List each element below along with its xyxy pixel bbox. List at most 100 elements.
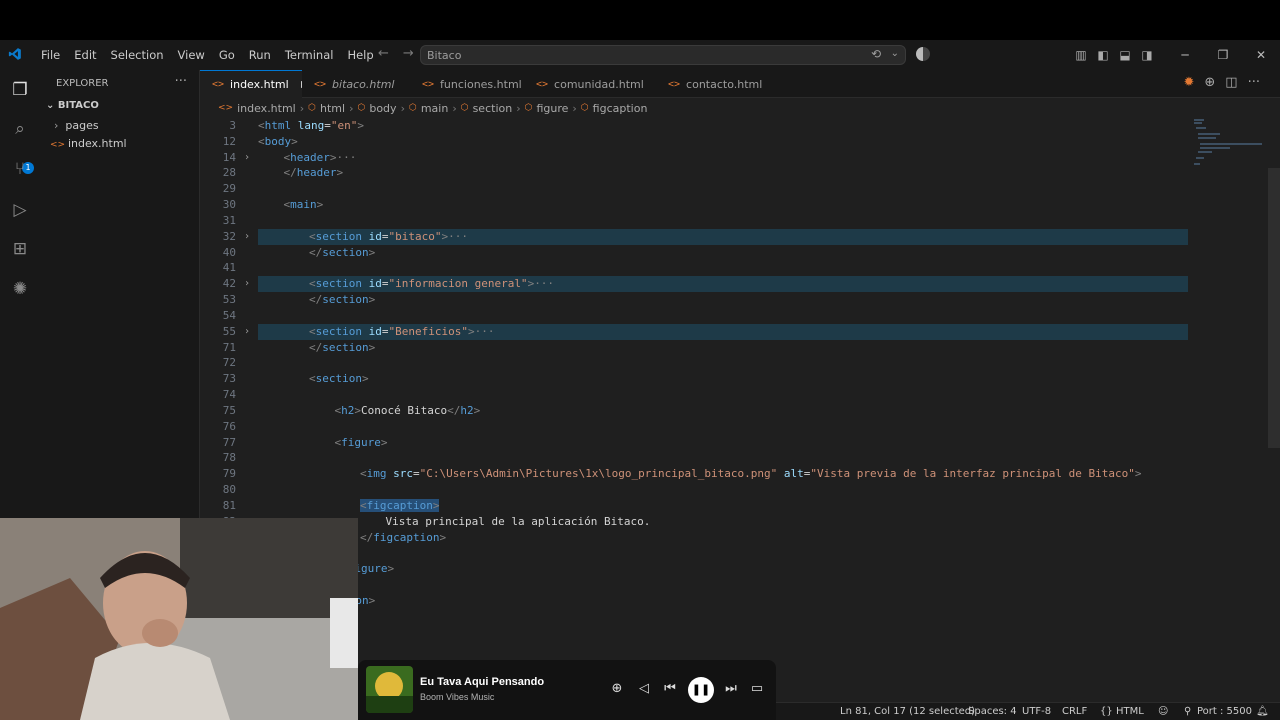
code-line[interactable]: 76 bbox=[200, 419, 1270, 435]
breadcrumb-item[interactable]: figcaption bbox=[593, 102, 648, 115]
song-title[interactable]: Eu Tava Aqui Pensando bbox=[420, 676, 544, 688]
fold-chevron-icon[interactable]: › bbox=[244, 276, 250, 292]
menu-selection[interactable]: Selection bbox=[104, 48, 171, 62]
code-line[interactable]: 28 </header> bbox=[200, 165, 1270, 181]
code-line[interactable]: 42 › <section id="informacion general">··· bbox=[200, 276, 1270, 293]
copilot-status-icon[interactable]: ☺ bbox=[1158, 706, 1168, 717]
code-line[interactable]: 77 <figure> bbox=[200, 435, 1270, 451]
extensions-icon[interactable]: ⊞ bbox=[8, 237, 32, 261]
add-to-playlist-icon[interactable]: ⊕ bbox=[608, 681, 626, 696]
toggle-primary-sidebar-icon[interactable]: ◧ bbox=[1092, 48, 1114, 62]
end-of-line[interactable]: CRLF bbox=[1062, 706, 1087, 717]
code-line[interactable]: 30 <main> bbox=[200, 197, 1270, 213]
more-actions-icon[interactable]: ··· bbox=[1248, 75, 1260, 90]
code-editor[interactable]: 3 <html lang="en"> 12 <body> 14 › <header>··· 2… bbox=[200, 118, 1280, 702]
code-line[interactable]: 31 bbox=[200, 213, 1270, 229]
forward-arrow-icon[interactable]: → bbox=[403, 46, 414, 61]
fold-chevron-icon[interactable]: › bbox=[244, 324, 250, 340]
explorer-icon[interactable]: ❐ bbox=[8, 78, 32, 102]
indentation[interactable]: Spaces: 4 bbox=[968, 706, 1017, 717]
tab-contacto-html[interactable]: <> contacto.html bbox=[658, 70, 778, 98]
code-line[interactable]: 81 <figcaption> bbox=[200, 498, 1270, 514]
code-line[interactable]: 82Vista principal de la aplicación Bitac… bbox=[200, 514, 1270, 530]
accounts-toggle-icon[interactable] bbox=[916, 47, 930, 61]
search-icon[interactable]: ⌕ bbox=[8, 117, 32, 141]
tab-comunidad-html[interactable]: <> comunidad.html bbox=[526, 70, 654, 98]
tab-bitaco-html[interactable]: <> bitaco.html bbox=[304, 70, 420, 98]
close-window-icon[interactable]: ✕ bbox=[1242, 48, 1280, 62]
run-debug-icon[interactable]: ▷ bbox=[8, 198, 32, 222]
breadcrumb-item[interactable]: html bbox=[320, 102, 345, 115]
tree-item-pages[interactable]: › pages bbox=[54, 119, 99, 132]
cast-icon[interactable]: ▭ bbox=[748, 681, 766, 696]
code-line[interactable]: 41 bbox=[200, 260, 1270, 276]
code-line[interactable]: 40 </section> bbox=[200, 245, 1270, 261]
copilot-edits-icon[interactable]: ✹ bbox=[1183, 75, 1194, 90]
menu-terminal[interactable]: Terminal bbox=[278, 48, 341, 62]
more-actions-icon[interactable]: ··· bbox=[175, 74, 187, 89]
menu-file[interactable]: File bbox=[34, 48, 67, 62]
code-line[interactable]: 86 bbox=[200, 577, 1270, 593]
code-line[interactable]: 32 › <section id="bitaco">··· bbox=[200, 228, 1270, 245]
menu-go[interactable]: Go bbox=[212, 48, 242, 62]
breadcrumb-item[interactable]: section bbox=[473, 102, 513, 115]
code-line[interactable]: 73 <section> bbox=[200, 371, 1270, 387]
maximize-icon[interactable]: ❐ bbox=[1204, 48, 1242, 62]
chevron-down-icon[interactable]: ⌄ bbox=[891, 48, 899, 59]
notifications-icon[interactable]: 🔔︎ bbox=[1256, 706, 1269, 717]
previous-track-icon[interactable]: ⏮ bbox=[661, 681, 679, 696]
breadcrumb-item[interactable]: main bbox=[421, 102, 448, 115]
cursor-position[interactable]: Ln 81, Col 17 (12 selected) bbox=[840, 706, 975, 717]
live-server-port[interactable]: Port : 5500 bbox=[1197, 706, 1252, 717]
code-line[interactable]: 87</section> bbox=[200, 593, 1270, 609]
split-editor-icon[interactable]: ◫ bbox=[1225, 75, 1237, 90]
code-line[interactable]: 85</figure> bbox=[200, 561, 1270, 577]
menu-edit[interactable]: Edit bbox=[67, 48, 103, 62]
code-line[interactable]: 84 bbox=[200, 545, 1270, 561]
code-line[interactable]: 53 </section> bbox=[200, 292, 1270, 308]
toggle-secondary-sidebar-icon[interactable]: ◨ bbox=[1136, 48, 1158, 62]
breadcrumb-item[interactable]: body bbox=[369, 102, 396, 115]
song-artist[interactable]: Boom Vibes Music bbox=[420, 692, 494, 702]
fold-chevron-icon[interactable]: › bbox=[244, 229, 250, 245]
breadcrumb-item[interactable]: index.html bbox=[237, 102, 296, 115]
command-center[interactable]: Bitaco ⟲ ⌄ bbox=[420, 45, 906, 65]
code-line[interactable]: 3 <html lang="en"> bbox=[200, 118, 1270, 134]
code-line[interactable]: 12 <body> bbox=[200, 134, 1270, 150]
open-preview-icon[interactable]: ⊕ bbox=[1204, 75, 1215, 90]
source-control-icon[interactable]: ⑂ bbox=[8, 157, 32, 181]
code-line[interactable]: 29 bbox=[200, 181, 1270, 197]
unsaved-dot-icon[interactable] bbox=[300, 81, 302, 88]
minimize-icon[interactable]: ─ bbox=[1166, 48, 1204, 62]
tab-index-html[interactable]: <> index.html bbox=[200, 70, 302, 98]
layout-customize-icon[interactable]: ▥ bbox=[1070, 48, 1092, 62]
language-mode[interactable]: HTML bbox=[1116, 706, 1144, 717]
code-line[interactable]: 83</figcaption> bbox=[200, 530, 1270, 546]
code-line[interactable]: 75 <h2>Conocé Bitaco</h2> bbox=[200, 403, 1270, 419]
back-arrow-icon[interactable]: ← bbox=[378, 46, 389, 61]
code-line[interactable]: 80 bbox=[200, 482, 1270, 498]
fold-chevron-icon[interactable]: › bbox=[244, 150, 250, 166]
code-line[interactable]: 74 bbox=[200, 387, 1270, 403]
copilot-icon[interactable]: ⟲ bbox=[871, 47, 881, 61]
toggle-panel-icon[interactable]: ⬓ bbox=[1114, 48, 1136, 62]
copilot-sidebar-icon[interactable]: ✺ bbox=[8, 277, 32, 301]
code-line[interactable]: 72 bbox=[200, 355, 1270, 371]
next-track-icon[interactable]: ⏭ bbox=[722, 681, 740, 696]
code-line[interactable]: 55 › <section id="Beneficios">··· bbox=[200, 323, 1270, 340]
volume-icon[interactable]: ◁ bbox=[635, 681, 653, 696]
code-line[interactable]: 71 </section> bbox=[200, 340, 1270, 356]
folder-root[interactable]: ⌄ BITACO bbox=[46, 100, 99, 111]
menu-view[interactable]: View bbox=[171, 48, 212, 62]
menu-run[interactable]: Run bbox=[242, 48, 278, 62]
pause-button[interactable]: ❚❚ bbox=[688, 677, 714, 703]
tab-funciones-html[interactable]: <> funciones.html bbox=[412, 70, 534, 98]
encoding[interactable]: UTF-8 bbox=[1022, 706, 1051, 717]
breadcrumb-item[interactable]: figure bbox=[536, 102, 568, 115]
code-line[interactable]: 79 <img src="C:\Users\Admin\Pictures\1x\l… bbox=[200, 466, 1270, 482]
code-line[interactable]: 78 bbox=[200, 450, 1270, 466]
code-line[interactable]: 14 › <header>··· bbox=[200, 150, 1270, 166]
code-line[interactable]: 54 bbox=[200, 308, 1270, 324]
tree-item-index[interactable]: <> index.html bbox=[50, 137, 127, 150]
menu-help[interactable]: Help bbox=[340, 48, 380, 62]
